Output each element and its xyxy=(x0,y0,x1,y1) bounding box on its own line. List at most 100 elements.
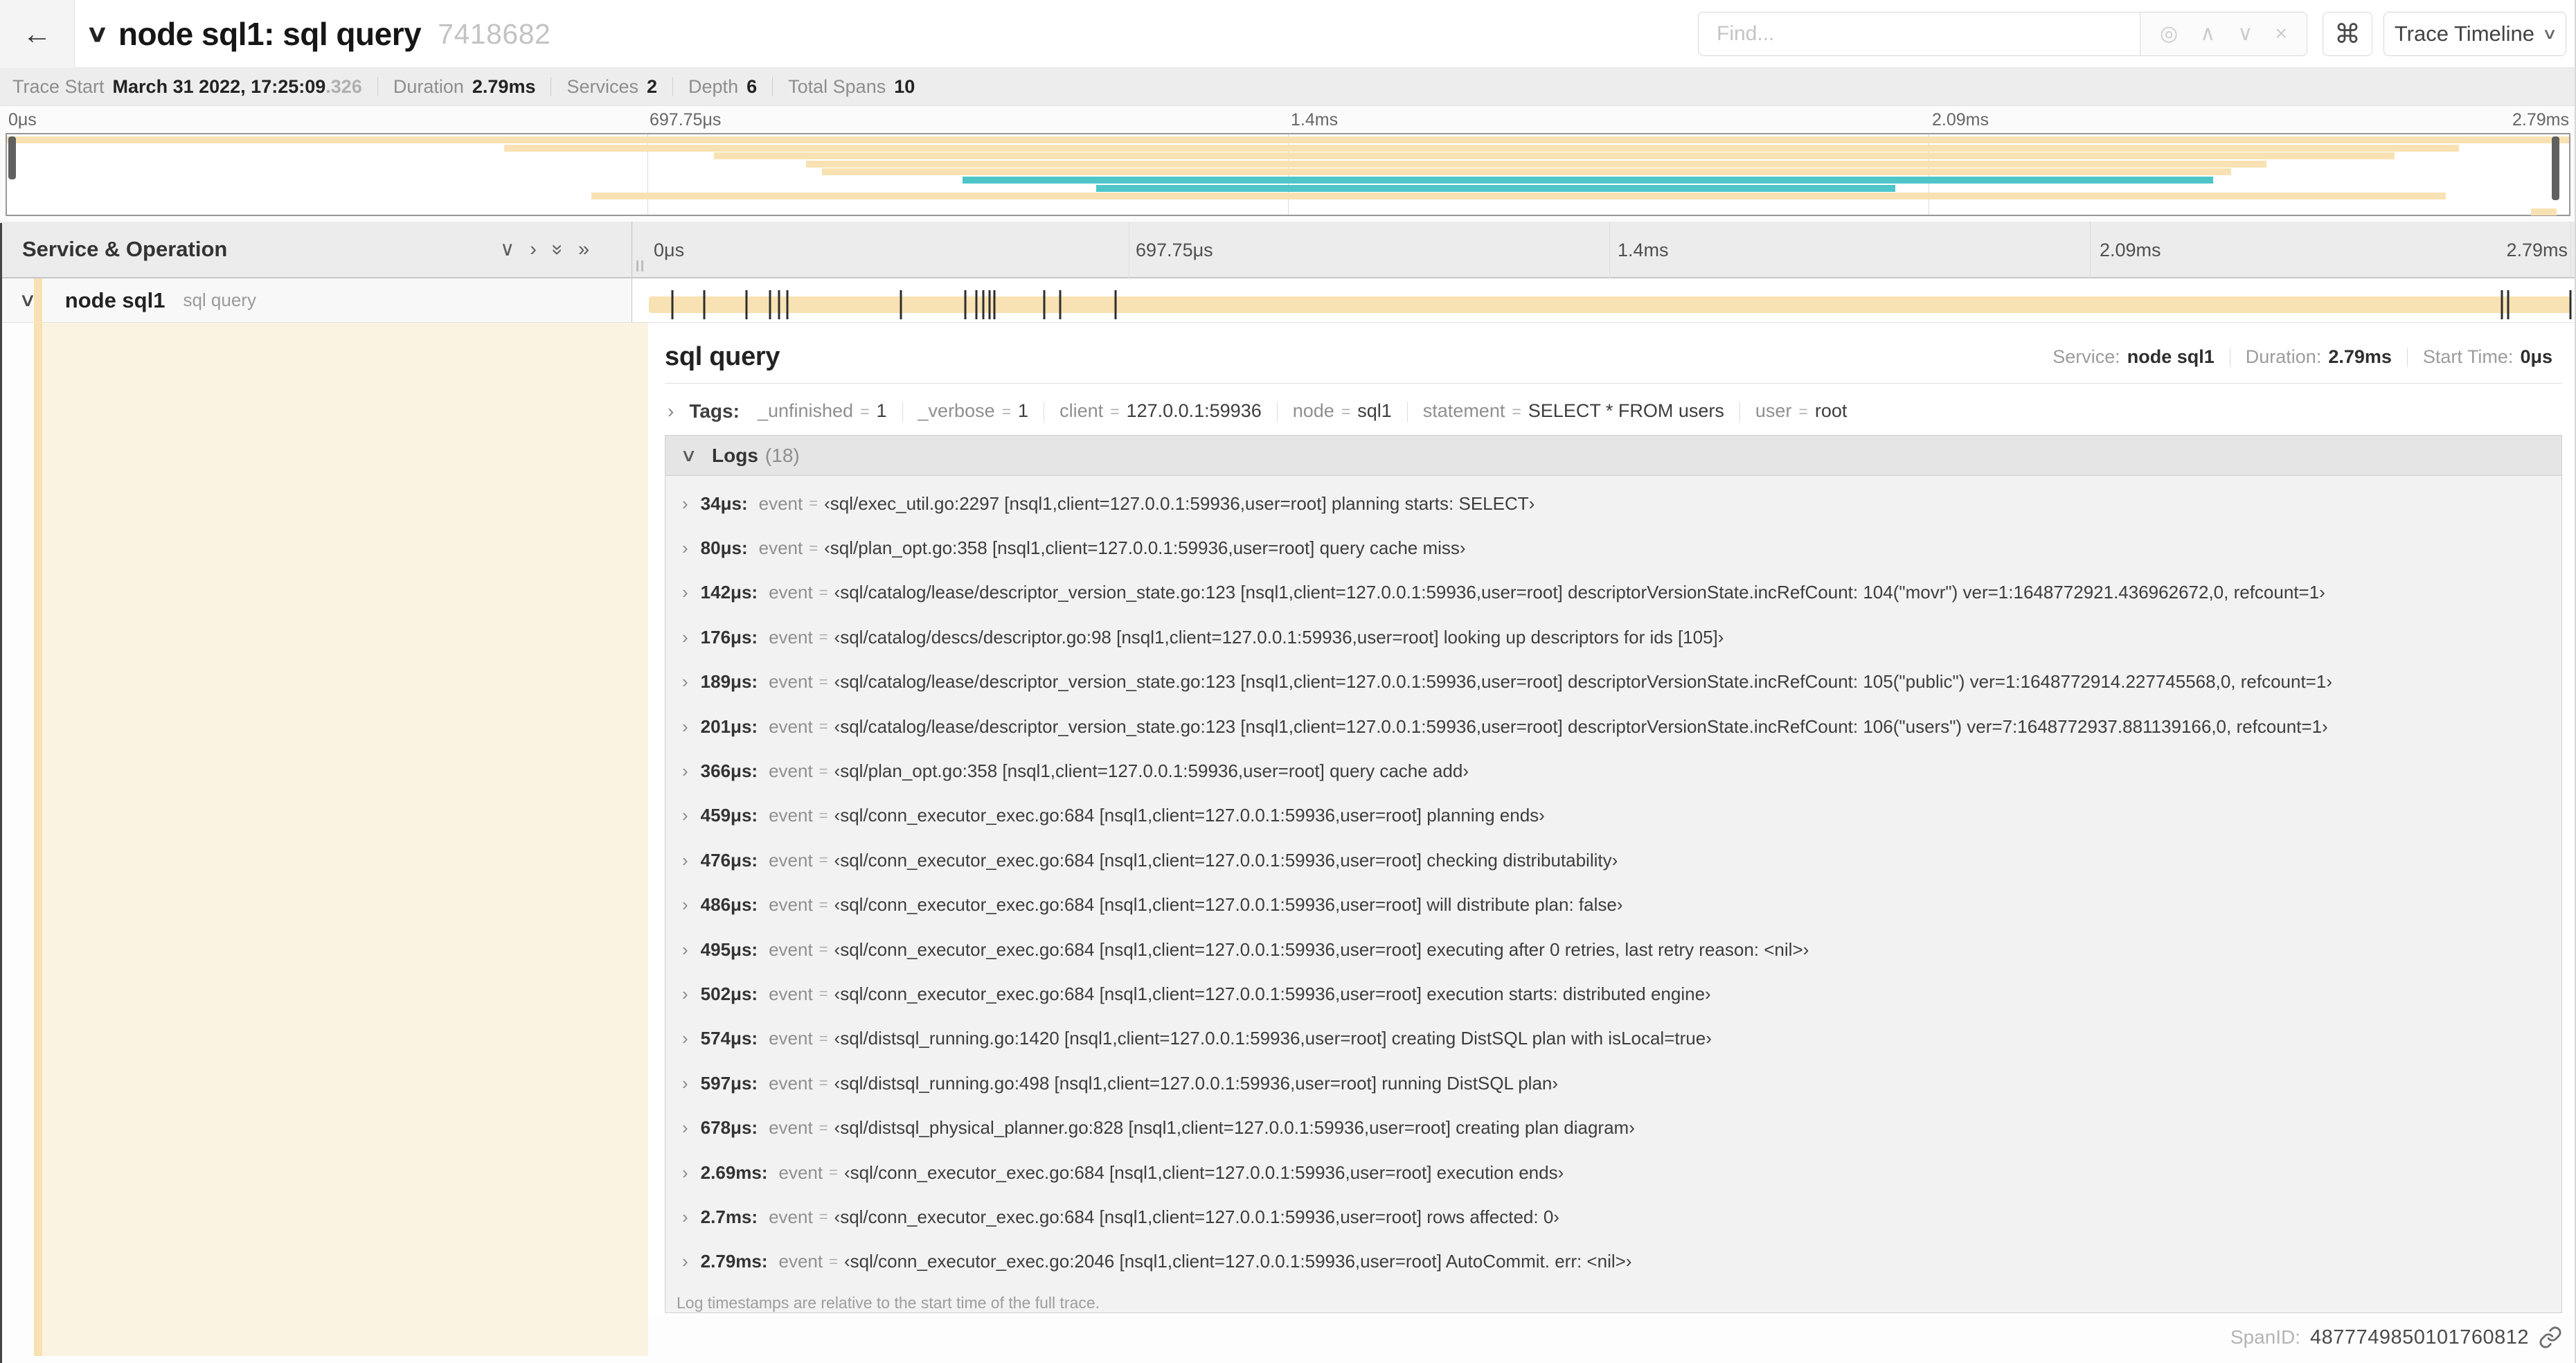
back-button[interactable]: ← xyxy=(0,0,75,68)
log-equals: = xyxy=(819,1029,828,1047)
log-field: event xyxy=(769,1117,813,1139)
tag[interactable]: _verbose = 1 xyxy=(918,400,1029,421)
log-field: event xyxy=(769,671,813,693)
log-time: 2.7ms: xyxy=(700,1206,758,1227)
tags-row[interactable]: › Tags: _unfinished = 1 _verbose = 1 client = 12… xyxy=(665,393,2562,429)
span-detail-card: sql query Service: node sql1 Duration: 2.79… xyxy=(648,323,2576,1316)
tag[interactable]: statement = SELECT * FROM users xyxy=(1423,400,1724,421)
log-field: event xyxy=(769,983,813,1004)
log-entry[interactable]: › 459μs: event = ‹sql/conn_executor_exec.go:… xyxy=(665,794,2561,838)
log-entry[interactable]: › 2.79ms: event = ‹sql/conn_executor_exec.go… xyxy=(665,1240,2561,1284)
log-equals: = xyxy=(819,941,828,959)
log-entry[interactable]: › 189μs: event = ‹sql/catalog/lease/descript… xyxy=(665,660,2561,704)
log-marker-tick xyxy=(2501,290,2503,319)
keyboard-shortcuts-button[interactable]: ⌘ xyxy=(2323,12,2372,56)
log-value: ‹sql/conn_executor_exec.go:684 [nsql1,cl… xyxy=(834,1206,1559,1227)
log-expand-chevron-icon[interactable]: › xyxy=(682,1206,688,1228)
log-expand-chevron-icon[interactable]: › xyxy=(682,894,688,916)
collapse-one-icon[interactable]: ∨ xyxy=(500,239,515,260)
log-expand-chevron-icon[interactable]: › xyxy=(682,582,688,603)
log-expand-chevron-icon[interactable]: › xyxy=(682,671,688,693)
log-entry[interactable]: › 2.69ms: event = ‹sql/conn_executor_exec.go… xyxy=(665,1150,2561,1195)
log-entry[interactable]: › 201μs: event = ‹sql/catalog/lease/descript… xyxy=(665,704,2561,749)
meta-separator xyxy=(672,77,674,96)
trace-summary-bar: Trace Start March 31 2022, 17:25:09.326 Du… xyxy=(0,68,2576,106)
log-entry[interactable]: › 678μs: event = ‹sql/distsql_physical_plann… xyxy=(665,1105,2561,1150)
log-expand-chevron-icon[interactable]: › xyxy=(682,805,688,826)
meta-value: 6 xyxy=(746,75,758,97)
log-expand-chevron-icon[interactable]: › xyxy=(682,537,688,559)
log-expand-chevron-icon[interactable]: › xyxy=(682,1162,688,1184)
collapse-all-icon[interactable]: » xyxy=(546,244,569,255)
tag[interactable]: user = root xyxy=(1755,400,1848,421)
logs-header[interactable]: ∨ Logs (18) xyxy=(665,436,2561,476)
log-entry[interactable]: › 366μs: event = ‹sql/plan_opt.go:358 [nsql1… xyxy=(665,749,2561,793)
log-expand-chevron-icon[interactable]: › xyxy=(682,493,688,515)
locate-icon[interactable]: ◎ xyxy=(2160,24,2178,44)
find-input[interactable] xyxy=(1698,12,2140,56)
log-expand-chevron-icon[interactable]: › xyxy=(682,627,688,648)
log-entry[interactable]: › 80μs: event = ‹sql/plan_opt.go:358 [nsql1,… xyxy=(665,526,2561,570)
log-entry[interactable]: › 142μs: event = ‹sql/catalog/lease/descript… xyxy=(665,571,2561,615)
tag[interactable]: _unfinished = 1 xyxy=(758,400,887,421)
minimap-tick-labels: 0μs 697.75μs 1.4ms 2.09ms 2.79ms xyxy=(0,110,2576,131)
log-entry[interactable]: › 34μs: event = ‹sql/exec_util.go:2297 [nsql… xyxy=(665,481,2561,526)
expand-one-icon[interactable]: › xyxy=(530,239,537,260)
detail-divider xyxy=(665,383,2562,384)
minimap-canvas[interactable] xyxy=(6,133,2570,216)
log-entry[interactable]: › 495μs: event = ‹sql/conn_executor_exec.go:… xyxy=(665,927,2561,972)
log-entry[interactable]: › 502μs: event = ‹sql/conn_executor_exec.go:… xyxy=(665,972,2561,1016)
trace-collapse-chevron-icon[interactable]: ∨ xyxy=(86,20,109,48)
meta-value-suffix: .326 xyxy=(325,75,362,97)
find-buttons: ◎ ∧ ∨ × xyxy=(2140,12,2307,56)
viewport-right-handle[interactable] xyxy=(2552,136,2559,200)
log-entry[interactable]: › 476μs: event = ‹sql/conn_executor_exec.go:… xyxy=(665,838,2561,882)
log-expand-chevron-icon[interactable]: › xyxy=(682,1028,688,1049)
span-detail-title: sql query xyxy=(665,342,780,371)
column-resizer-handle[interactable] xyxy=(636,260,643,271)
link-icon[interactable] xyxy=(2539,1326,2562,1349)
log-value: ‹sql/conn_executor_exec.go:684 [nsql1,cl… xyxy=(834,938,1809,960)
log-marker-tick xyxy=(988,290,991,319)
span-name-column[interactable]: ∨ node sql1 sql query xyxy=(0,278,632,322)
tags-expand-chevron-icon[interactable]: › xyxy=(668,400,674,422)
view-selector-button[interactable]: Trace Timeline ∨ xyxy=(2383,12,2566,56)
log-entry[interactable]: › 176μs: event = ‹sql/catalog/descs/descript… xyxy=(665,615,2561,659)
log-equals: = xyxy=(819,762,828,780)
expand-all-icon[interactable]: » xyxy=(578,239,589,260)
log-marker-tick xyxy=(982,290,985,319)
span-duration-bar[interactable] xyxy=(649,290,2572,319)
log-expand-chevron-icon[interactable]: › xyxy=(682,850,688,871)
log-expand-chevron-icon[interactable]: › xyxy=(682,1251,688,1272)
viewport-left-handle[interactable] xyxy=(8,136,16,179)
log-expand-chevron-icon[interactable]: › xyxy=(682,1117,688,1139)
find-prev-icon[interactable]: ∧ xyxy=(2200,24,2215,44)
log-equals: = xyxy=(819,806,828,824)
chevron-down-icon: ∨ xyxy=(2541,25,2558,42)
view-selector-label: Trace Timeline xyxy=(2394,21,2535,46)
tag[interactable]: node = sql1 xyxy=(1293,400,1392,421)
logs-collapse-chevron-icon[interactable]: ∨ xyxy=(680,445,697,466)
log-marker-tick xyxy=(671,290,674,319)
find-clear-icon[interactable]: × xyxy=(2275,24,2287,44)
top-bar: ← ∨ node sql1: sql query 7418682 ◎ ∧ ∨ ×… xyxy=(0,0,2576,68)
find-next-icon[interactable]: ∨ xyxy=(2237,24,2253,44)
log-expand-chevron-icon[interactable]: › xyxy=(682,983,688,1005)
log-entry[interactable]: › 574μs: event = ‹sql/distsql_running.go:142… xyxy=(665,1017,2561,1061)
log-expand-chevron-icon[interactable]: › xyxy=(682,760,688,782)
log-value: ‹sql/catalog/lease/descriptor_version_st… xyxy=(834,582,2325,603)
log-time: 574μs: xyxy=(700,1028,758,1049)
log-expand-chevron-icon[interactable]: › xyxy=(682,716,688,738)
logs-list: › 34μs: event = ‹sql/exec_util.go:2297 [nsql… xyxy=(665,476,2561,1284)
span-row[interactable]: ∨ node sql1 sql query xyxy=(0,278,2576,323)
tag[interactable]: client = 127.0.0.1:59936 xyxy=(1059,400,1262,421)
log-entry[interactable]: › 486μs: event = ‹sql/conn_executor_exec.go:… xyxy=(665,883,2561,927)
log-equals: = xyxy=(809,539,819,557)
span-id-row: SpanID: 4877749850101760812 xyxy=(2230,1326,2562,1349)
logs-panel: ∨ Logs (18) › 34μs: event = ‹sql/exec_util.g… xyxy=(665,435,2562,1313)
log-expand-chevron-icon[interactable]: › xyxy=(682,1073,688,1094)
log-expand-chevron-icon[interactable]: › xyxy=(682,939,688,961)
log-entry[interactable]: › 2.7ms: event = ‹sql/conn_executor_exec.go:… xyxy=(665,1195,2561,1239)
tag-equals: = xyxy=(860,402,870,421)
log-entry[interactable]: › 597μs: event = ‹sql/distsql_running.go:498… xyxy=(665,1061,2561,1105)
